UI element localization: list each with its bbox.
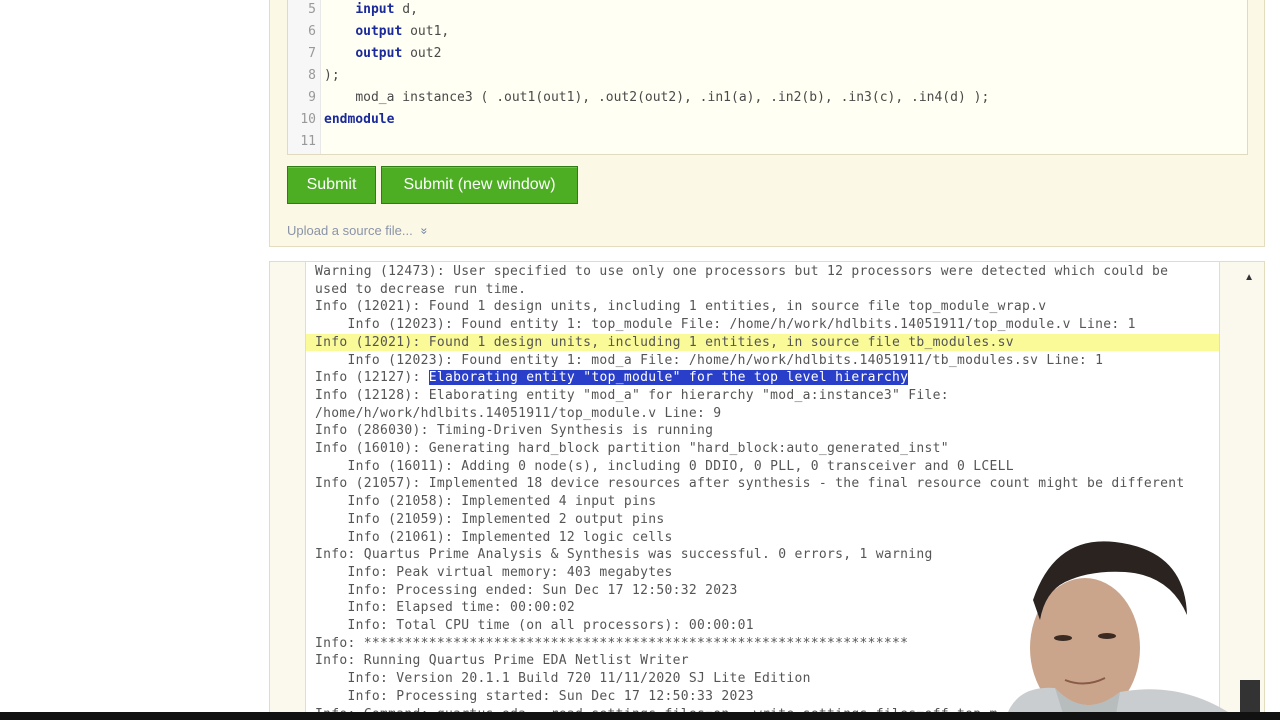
log-line-text: Info: Processing started: Sun Dec 17 12:… [315,688,754,704]
webcam-overlay [995,520,1260,720]
chevron-down-icon: » [417,227,432,235]
log-line-text: Info: Running Quartus Prime EDA Netlist … [315,653,689,669]
log-line-text: Info: **********************************… [315,635,909,651]
bottom-bar [0,712,1280,720]
code-rest: d, [394,2,418,17]
log-line: /home/h/work/hdlbits.14051911/top_module… [306,405,1219,423]
log-line-text: Info: Processing ended: Sun Dec 17 12:50… [315,582,738,598]
code-rest: out2 [402,46,442,61]
code-editor[interactable]: 5 input d, 6 output out1, 7 output out2 8);… [287,0,1248,155]
selected-text: Elaborating entity "top_module" for the … [428,370,909,386]
log-line: Info (286030): Timing-Driven Synthesis i… [306,422,1219,440]
keyword: endmodule [324,112,395,127]
log-line-text: Info (12021): Found 1 design units, incl… [315,299,1047,315]
editor-panel: 5 input d, 6 output out1, 7 output out2 8);… [269,0,1265,247]
line-number: 11 [300,134,316,149]
log-line-text: Info: Total CPU time (on all processors)… [315,618,754,633]
code-text: output out2 [324,43,441,65]
log-line-text: Info: Version 20.1.1 Build 720 11/11/202… [315,671,811,687]
line-number: 9 [308,90,316,105]
log-line: Info (16011): Adding 0 node(s), includin… [306,458,1219,476]
line-number: 7 [308,46,316,61]
keyword: output [355,46,403,61]
log-line-text: Info: Elapsed time: 00:00:02 [315,600,576,616]
log-line-text: Info (12023): Found entity 1: mod_a File… [315,352,1104,368]
code-rest: mod_a instance3 ( .out1(out1), .out2(out… [355,90,990,105]
log-line-text: Info (12128): Elaborating entity "mod_a"… [315,387,949,403]
log-line: used to decrease run time. [306,281,1219,299]
log-line: Info (12128): Elaborating entity "mod_a"… [306,387,1219,405]
log-line-text: Info (21057): Implemented 18 device reso… [315,476,1185,492]
line-number: 5 [308,2,316,17]
log-line: Info (12023): Found entity 1: top_module… [306,316,1219,334]
log-line: Info (21058): Implemented 4 input pins [306,493,1219,511]
log-line-text: Info: Quartus Prime Analysis & Synthesis… [315,547,933,563]
log-line-text: Info (21061): Implemented 12 logic cells [315,529,673,545]
scroll-up-arrow-icon[interactable]: ▲ [1244,272,1254,283]
log-line: Info (12127): Elaborating entity "top_mo… [306,369,1219,387]
log-line-text: Info (286030): Timing-Driven Synthesis i… [315,423,714,439]
log-line: Info (12023): Found entity 1: mod_a File… [306,352,1219,370]
presenter-video-icon [1005,541,1260,720]
code-text: input d, [324,0,418,21]
log-line: Info (12021): Found 1 design units, incl… [306,298,1219,316]
log-line: Info (21057): Implemented 18 device reso… [306,475,1219,493]
upload-source-file-link[interactable]: Upload a source file... » [287,223,431,238]
log-line-text: Info (21058): Implemented 4 input pins [315,494,657,510]
log-line-text: Info (21059): Implemented 2 output pins [315,511,665,527]
log-line-text: Info (16011): Adding 0 node(s), includin… [315,458,1014,474]
submit-button[interactable]: Submit [287,166,376,204]
log-line-text: used to decrease run time. [315,281,527,297]
log-line-text: Info (16010): Generating hard_block part… [315,441,949,456]
log-line: Info (12021): Found 1 design units, incl… [306,333,1219,352]
keyword: output [355,24,403,39]
line-number: 8 [308,68,316,83]
code-rest: out1, [402,24,450,39]
log-line: Warning (12473): User specified to use o… [306,263,1219,281]
line-number: 10 [300,112,316,127]
code-text: endmodule [324,109,394,131]
log-line-text: Info (12127): Elaborating entity "top_mo… [315,370,909,386]
code-rest: ); [324,68,340,83]
log-line-text: Info (12021): Found 1 design units, incl… [315,334,1014,350]
log-line-text: Info: Peak virtual memory: 403 megabytes [315,564,673,580]
keyword: input [355,2,395,17]
code-text: mod_a instance3 ( .out1(out1), .out2(out… [324,87,989,109]
submit-new-window-button[interactable]: Submit (new window) [381,166,578,204]
line-number: 6 [308,24,316,39]
code-text: ); [324,65,340,87]
log-line-text: Info (12023): Found entity 1: top_module… [315,317,1136,333]
upload-label: Upload a source file... [287,223,413,238]
code-text: output out1, [324,21,449,43]
log-line-text: Warning (12473): User specified to use o… [315,264,1169,279]
log-line-text: /home/h/work/hdlbits.14051911/top_module… [315,405,722,421]
log-line: Info (16010): Generating hard_block part… [306,440,1219,458]
